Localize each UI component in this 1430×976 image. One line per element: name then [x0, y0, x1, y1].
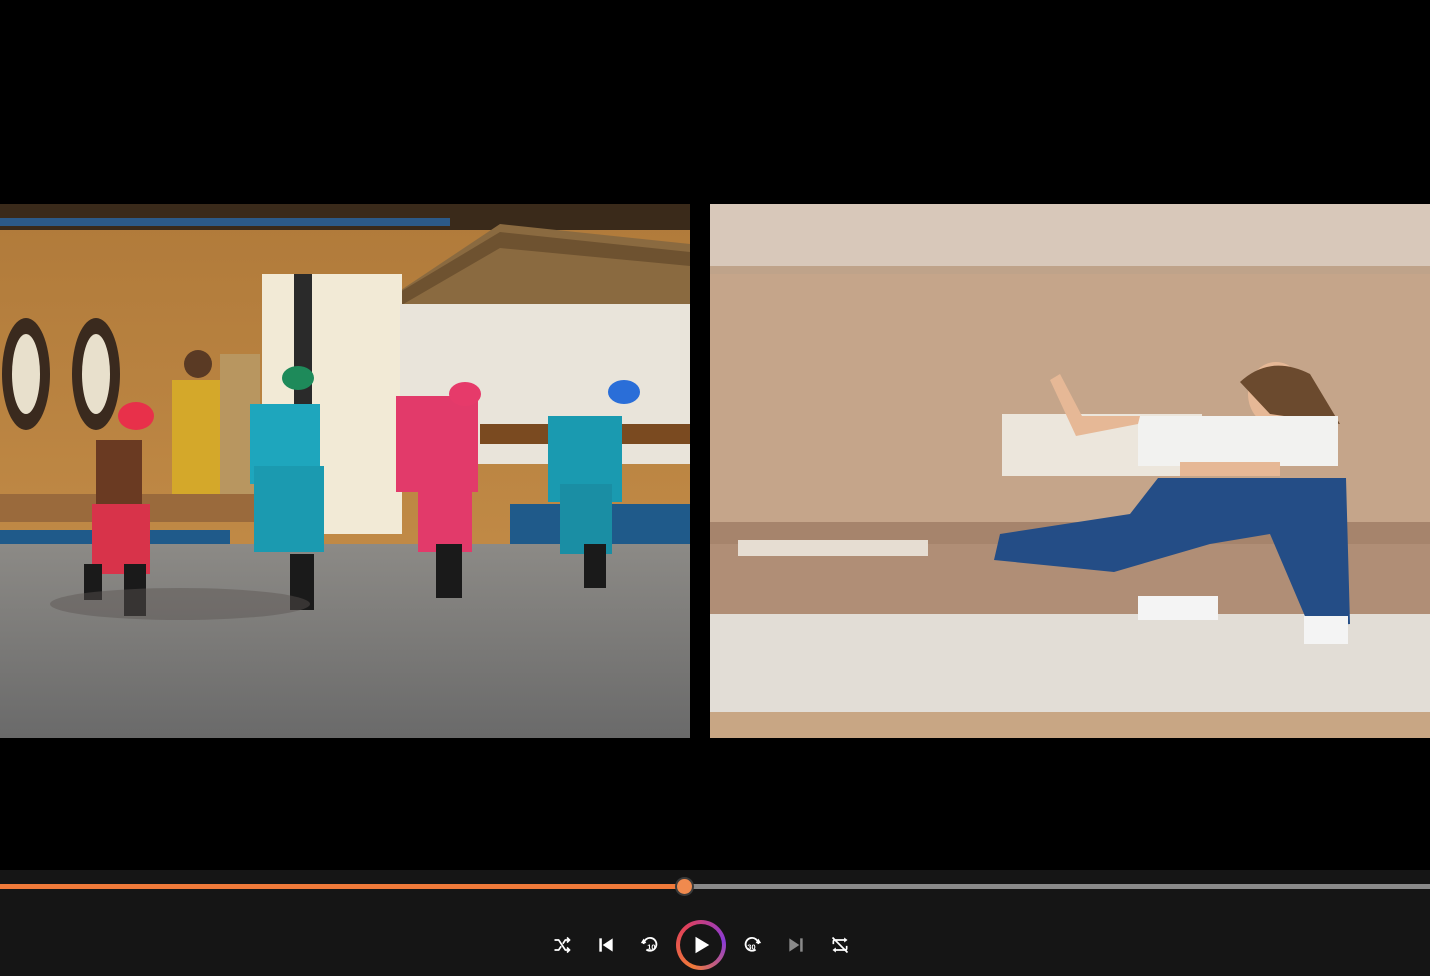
rewind-10-button[interactable]: 10: [636, 932, 664, 958]
rewind-10-label: 10: [647, 943, 655, 952]
shuffle-button[interactable]: [548, 932, 576, 958]
skip-previous-icon: [599, 938, 613, 952]
previous-button[interactable]: [592, 932, 620, 958]
shuffle-icon: [554, 936, 571, 954]
left-video-frame[interactable]: [0, 204, 690, 738]
right-video-frame[interactable]: [710, 204, 1430, 738]
forward-30-icon: 30: [744, 936, 762, 952]
play-button-inner: [680, 924, 722, 966]
next-button[interactable]: [782, 932, 810, 958]
transport-controls: 10 30: [548, 920, 858, 970]
forward-30-label: 30: [747, 943, 755, 952]
left-video-image: [0, 204, 690, 738]
seek-thumb[interactable]: [676, 879, 692, 894]
media-player-window: 10 30: [0, 0, 1430, 976]
seek-bar-progress: [0, 884, 684, 889]
playback-control-bar: 10 30: [0, 870, 1430, 976]
repeat-off-icon: [831, 936, 849, 954]
play-button[interactable]: [676, 920, 726, 970]
repeat-button[interactable]: [826, 932, 854, 958]
skip-next-icon: [789, 938, 803, 952]
forward-30-button[interactable]: 30: [738, 932, 766, 958]
rewind-10-icon: 10: [640, 936, 658, 952]
seek-bar[interactable]: [0, 879, 1430, 894]
right-video-image: [710, 204, 1430, 738]
play-icon: [695, 936, 710, 954]
